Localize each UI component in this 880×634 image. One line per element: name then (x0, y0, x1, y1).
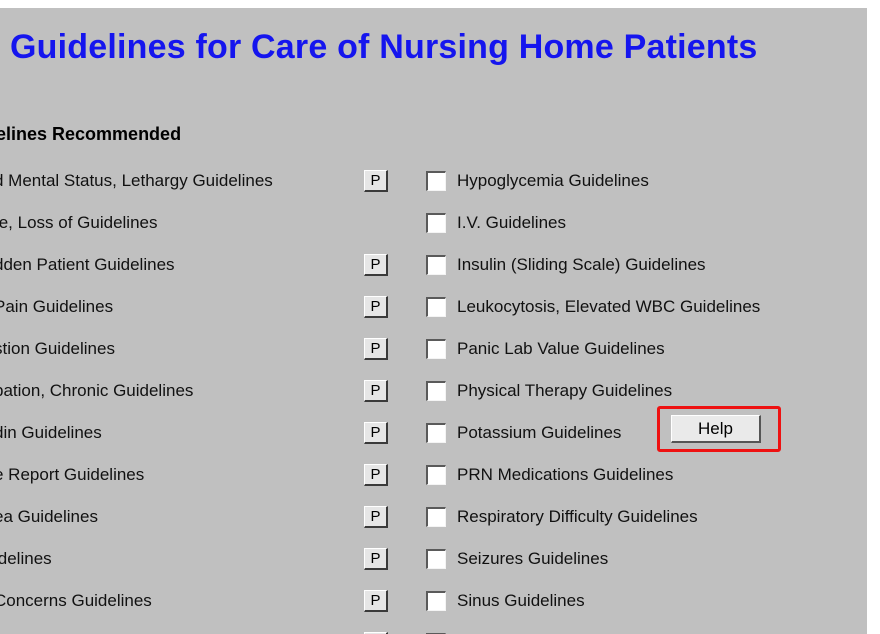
print-p-button[interactable]: P (364, 506, 388, 528)
section-heading: elines Recommended (0, 124, 182, 144)
print-p-button[interactable]: P (364, 590, 388, 612)
right-guideline-label: Panic Lab Value Guidelines (457, 339, 665, 358)
right-guideline-label: Sinus Guidelines (457, 591, 585, 610)
print-p-button[interactable]: P (364, 380, 388, 402)
guideline-checkbox[interactable] (426, 381, 446, 401)
guideline-checkbox[interactable] (426, 465, 446, 485)
guideline-checkbox[interactable] (426, 255, 446, 275)
left-guideline-label: stion Guidelines (0, 339, 115, 358)
left-guideline-label: e Report Guidelines (0, 465, 145, 484)
left-guideline-label: te, Loss of Guidelines (0, 213, 158, 232)
left-guideline-label: Pain Guidelines (0, 297, 114, 316)
left-guideline-label: Concerns Guidelines (0, 591, 152, 610)
print-p-button[interactable]: P (364, 422, 388, 444)
right-guideline-label: I.V. Guidelines (457, 213, 566, 232)
left-guideline-label: idelines (0, 549, 52, 568)
help-highlight-box (657, 406, 781, 452)
left-guideline-label: pation, Chronic Guidelines (0, 381, 194, 400)
guideline-checkbox[interactable] (426, 213, 446, 233)
right-guideline-label: PRN Medications Guidelines (457, 465, 674, 484)
guideline-checkbox[interactable] (426, 339, 446, 359)
print-p-button[interactable]: P (364, 548, 388, 570)
left-guideline-label: dden Patient Guidelines (0, 255, 175, 274)
right-guideline-label: Hypoglycemia Guidelines (457, 171, 649, 190)
left-guideline-label: din Guidelines (0, 423, 102, 442)
page-title: Guidelines for Care of Nursing Home Pati… (10, 28, 758, 66)
right-guideline-label: Leukocytosis, Elevated WBC Guidelines (457, 297, 761, 316)
print-p-button[interactable]: P (364, 464, 388, 486)
guideline-checkbox[interactable] (426, 507, 446, 527)
print-p-button[interactable]: P (364, 170, 388, 192)
print-p-button[interactable]: P (364, 296, 388, 318)
guideline-checkbox[interactable] (426, 297, 446, 317)
guideline-checkbox[interactable] (426, 549, 446, 569)
left-guideline-label: d Mental Status, Lethargy Guidelines (0, 171, 273, 190)
guidelines-panel: Guidelines for Care of Nursing Home Pati… (0, 8, 867, 634)
print-p-button[interactable]: P (364, 254, 388, 276)
guideline-checkbox[interactable] (426, 591, 446, 611)
right-guideline-label: Respiratory Difficulty Guidelines (457, 507, 698, 526)
right-guideline-label: Physical Therapy Guidelines (457, 381, 673, 400)
print-p-button[interactable]: P (364, 338, 388, 360)
right-guideline-label: Potassium Guidelines (457, 423, 622, 442)
guideline-checkbox[interactable] (426, 171, 446, 191)
left-guideline-label: ea Guidelines (0, 507, 98, 526)
guideline-checkbox[interactable] (426, 423, 446, 443)
right-guideline-label: Seizures Guidelines (457, 549, 609, 568)
right-guideline-label: Insulin (Sliding Scale) Guidelines (457, 255, 706, 274)
